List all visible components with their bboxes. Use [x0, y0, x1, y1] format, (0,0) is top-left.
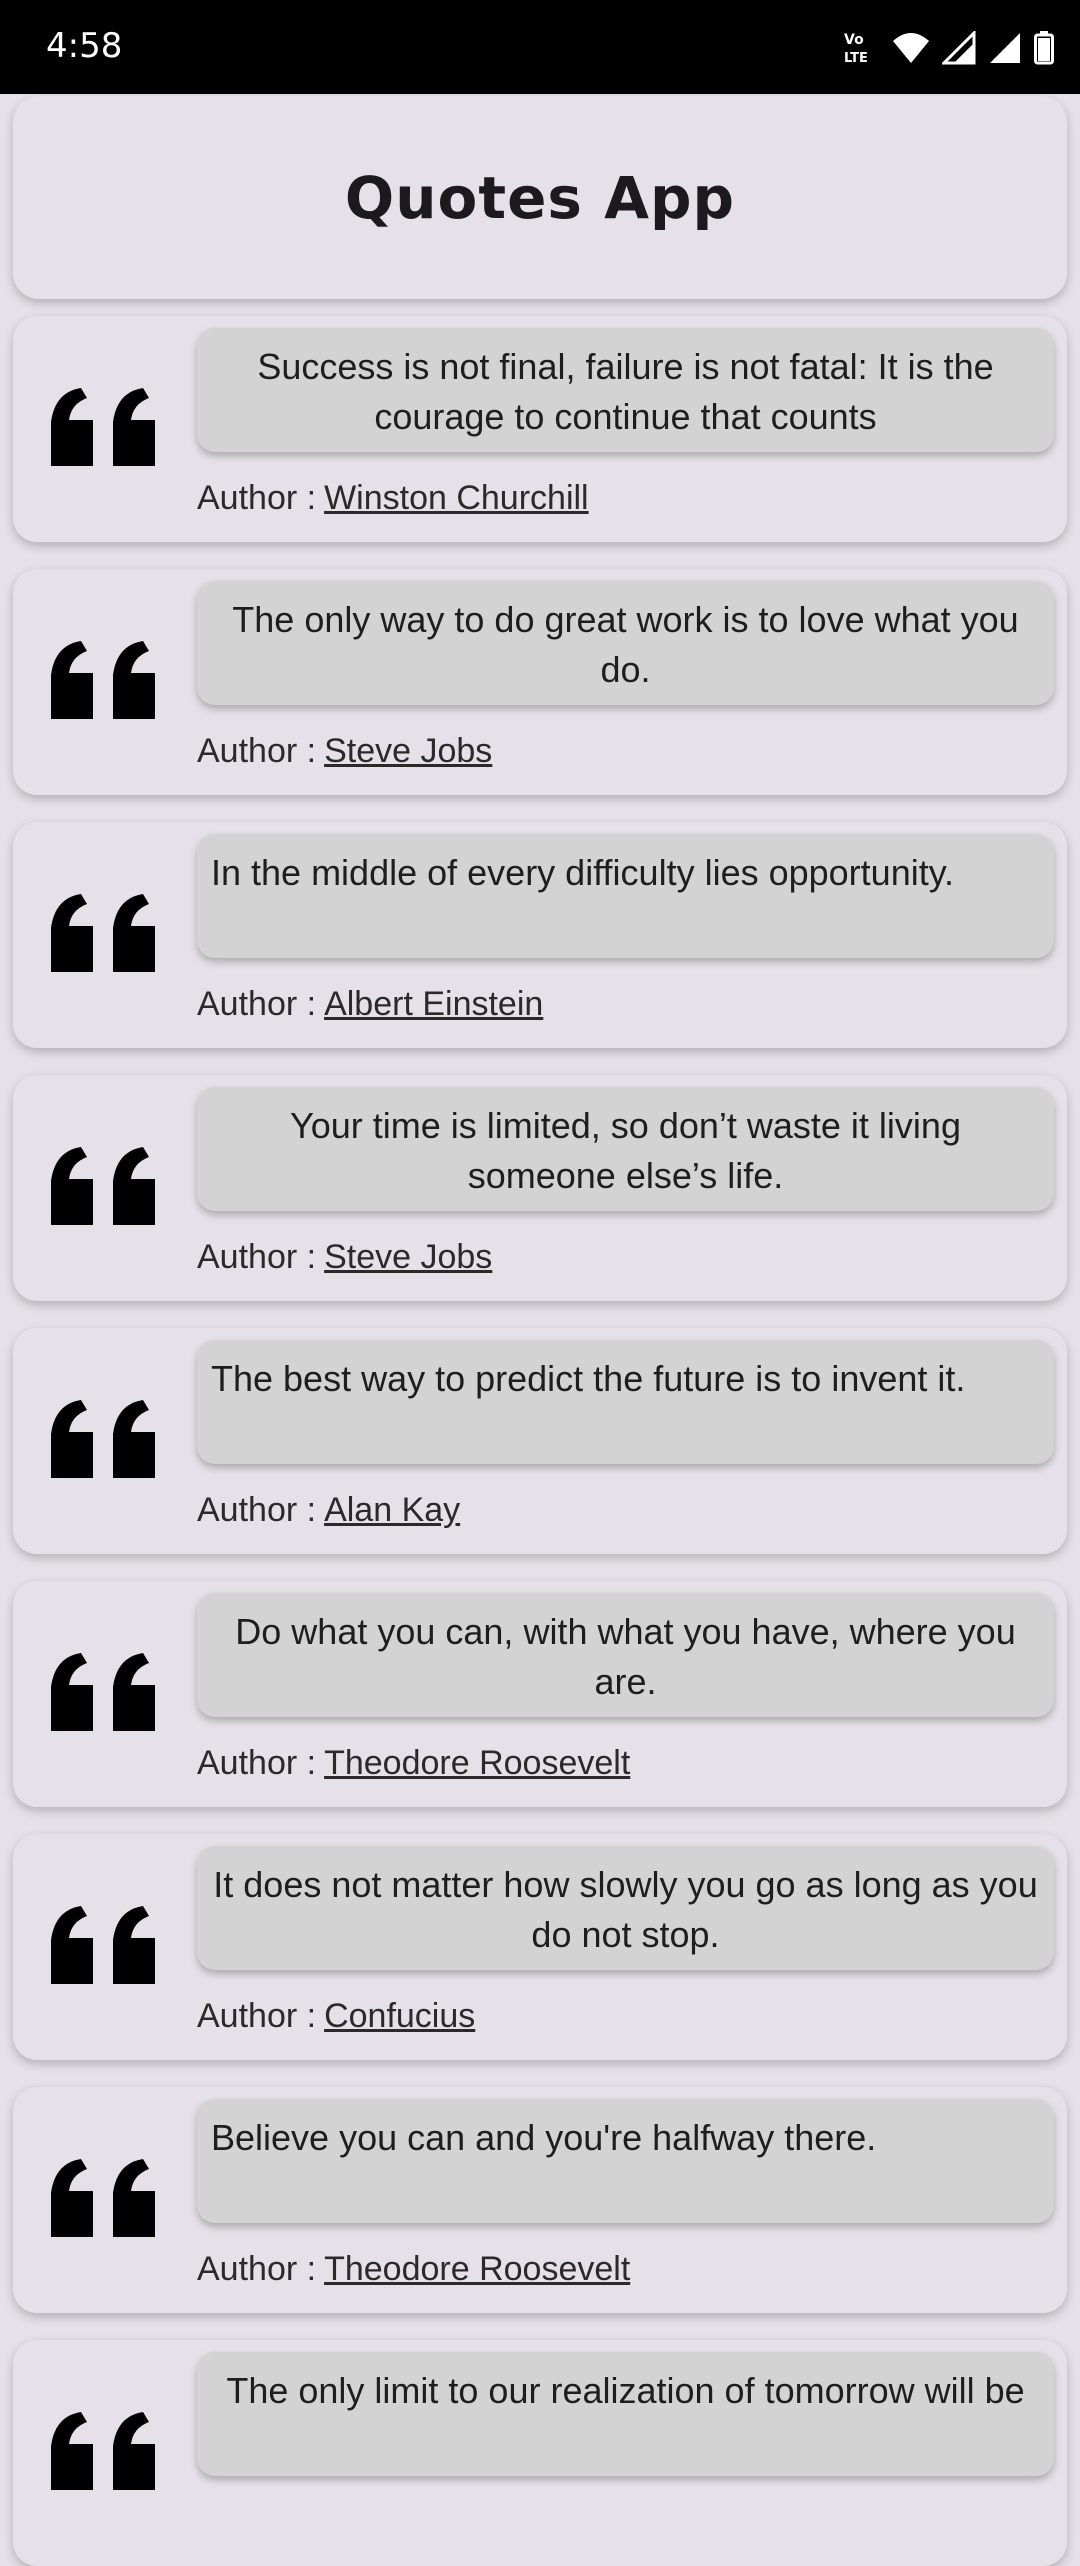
- signal-icon: [942, 31, 976, 65]
- quote-card[interactable]: Success is not final, failure is not fat…: [13, 316, 1067, 542]
- quote-text: In the middle of every difficulty lies o…: [197, 834, 1054, 958]
- quote-text: The only limit to our realization of tom…: [197, 2352, 1054, 2476]
- quote-card[interactable]: It does not matter how slowly you go as …: [13, 1834, 1067, 2060]
- quote-card[interactable]: In the middle of every difficulty lies o…: [13, 822, 1067, 1048]
- author-link[interactable]: Confucius: [324, 1997, 475, 2035]
- author-label: Author :: [197, 1744, 317, 1782]
- quote-card[interactable]: Believe you can and you're halfway there…: [13, 2087, 1067, 2313]
- quote-text: The only way to do great work is to love…: [197, 581, 1054, 705]
- quote-mark-icon: [41, 1900, 169, 1992]
- author-link[interactable]: Alan Kay: [324, 1491, 460, 1529]
- signal-icon-2: [990, 33, 1020, 63]
- author-row: Author : Albert Einstein: [197, 982, 543, 1026]
- author-row: Author : Confucius: [197, 1994, 475, 2038]
- status-icons: Vo LTE: [842, 28, 1054, 68]
- author-label: Author :: [197, 732, 317, 770]
- author-row: Author : Theodore Roosevelt: [197, 2247, 630, 2291]
- author-row: Author : Alan Kay: [197, 1488, 460, 1532]
- quote-text: The best way to predict the future is to…: [197, 1340, 1054, 1464]
- author-link[interactable]: Steve Jobs: [324, 732, 492, 770]
- quote-mark-icon: [41, 1647, 169, 1739]
- quote-text: Your time is limited, so don’t waste it …: [197, 1087, 1054, 1211]
- quote-mark-icon: [41, 888, 169, 980]
- author-label: Author :: [197, 1997, 317, 2035]
- quote-text: It does not matter how slowly you go as …: [197, 1846, 1054, 1970]
- app-header: Quotes App: [13, 96, 1067, 299]
- volte-icon: Vo LTE: [844, 32, 868, 66]
- author-row: Author : Steve Jobs: [197, 729, 492, 773]
- quote-mark-icon: [41, 1141, 169, 1233]
- author-link[interactable]: Albert Einstein: [324, 985, 543, 1023]
- volte-top-text: Vo: [844, 32, 864, 48]
- status-time: 4:58: [46, 26, 123, 66]
- quote-mark-icon: [41, 2406, 169, 2498]
- author-label: Author :: [197, 1491, 317, 1529]
- wifi-icon: [893, 33, 929, 63]
- volte-bottom-text: LTE: [844, 51, 868, 66]
- author-label: Author :: [197, 1238, 317, 1276]
- quote-card[interactable]: The only way to do great work is to love…: [13, 569, 1067, 795]
- quote-card[interactable]: Your time is limited, so don’t waste it …: [13, 1075, 1067, 1301]
- author-link[interactable]: Steve Jobs: [324, 1238, 492, 1276]
- author-link[interactable]: Winston Churchill: [324, 479, 589, 517]
- author-link[interactable]: Theodore Roosevelt: [324, 1744, 630, 1782]
- author-label: Author :: [197, 479, 317, 517]
- quote-text: Success is not final, failure is not fat…: [197, 328, 1054, 452]
- author-row: Author : Winston Churchill: [197, 476, 589, 520]
- quote-mark-icon: [41, 635, 169, 727]
- quote-card[interactable]: The only limit to our realization of tom…: [13, 2340, 1067, 2566]
- quote-card[interactable]: The best way to predict the future is to…: [13, 1328, 1067, 1554]
- quote-text: Do what you can, with what you have, whe…: [197, 1593, 1054, 1717]
- page-title: Quotes App: [344, 164, 736, 232]
- quote-text: Believe you can and you're halfway there…: [197, 2099, 1054, 2223]
- author-row: Author : Theodore Roosevelt: [197, 1741, 630, 1785]
- author-label: Author :: [197, 985, 317, 1023]
- quote-mark-icon: [41, 1394, 169, 1486]
- quote-mark-icon: [41, 2153, 169, 2245]
- author-row: Author : Steve Jobs: [197, 1235, 492, 1279]
- author-label: Author :: [197, 2250, 317, 2288]
- quote-card[interactable]: Do what you can, with what you have, whe…: [13, 1581, 1067, 1807]
- battery-icon: [1034, 31, 1054, 65]
- status-bar: 4:58 Vo LTE: [0, 0, 1080, 94]
- quote-mark-icon: [41, 382, 169, 474]
- author-link[interactable]: Theodore Roosevelt: [324, 2250, 630, 2288]
